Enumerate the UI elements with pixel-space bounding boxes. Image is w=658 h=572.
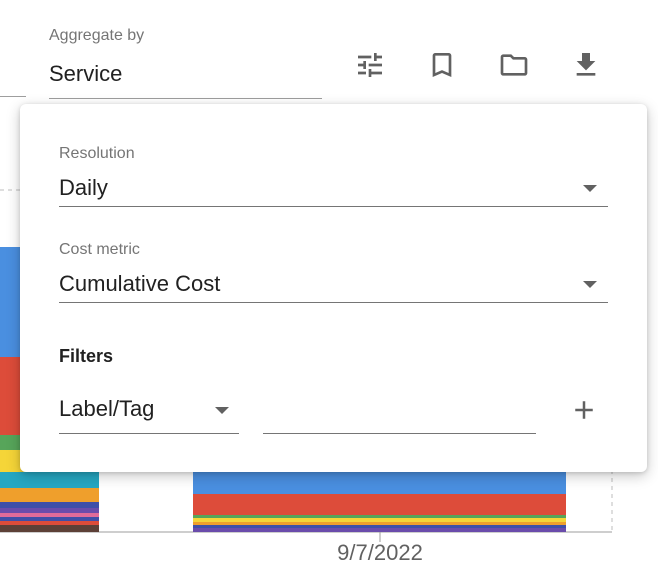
folder-icon xyxy=(500,54,528,76)
filter-type-select[interactable]: Label/Tag xyxy=(59,394,239,434)
dropdown-arrow-icon xyxy=(583,185,597,192)
download-icon xyxy=(576,53,596,76)
bar-segment xyxy=(0,472,99,488)
resolution-value: Daily xyxy=(59,175,108,200)
add-filter-button[interactable] xyxy=(568,394,600,426)
bar-segment xyxy=(0,525,99,532)
bar-segment xyxy=(0,508,99,513)
bar-segment xyxy=(193,525,566,528)
tune-button[interactable] xyxy=(348,43,392,87)
resolution-label: Resolution xyxy=(59,145,135,162)
cost-metric-label: Cost metric xyxy=(59,241,140,258)
bar-segment xyxy=(0,488,99,502)
aggregate-by-select[interactable]: Aggregate by Service xyxy=(49,26,322,99)
dropdown-arrow-icon xyxy=(583,281,597,288)
bar-segment xyxy=(0,513,99,517)
aggregate-by-value[interactable]: Service xyxy=(49,60,322,88)
bookmark-icon xyxy=(432,53,452,77)
bar-segment xyxy=(0,521,99,525)
bookmark-button[interactable] xyxy=(420,43,464,87)
filter-type-value: Label/Tag xyxy=(59,396,155,421)
cost-metric-select[interactable]: Cumulative Cost xyxy=(59,270,608,303)
cost-metric-field: Cost metric Cumulative Cost xyxy=(59,240,608,303)
aggregate-by-label: Aggregate by xyxy=(49,27,145,44)
chart-settings-popup: Resolution Daily Cost metric Cumulative … xyxy=(20,104,647,472)
x-tick-label: 9/7/2022 xyxy=(337,540,423,565)
aggregate-by-underline xyxy=(49,98,322,99)
cost-metric-value: Cumulative Cost xyxy=(59,271,221,296)
dropdown-arrow-icon xyxy=(215,407,229,414)
filter-value-input[interactable] xyxy=(263,394,536,434)
resolution-select[interactable]: Daily xyxy=(59,174,608,207)
bar-segment xyxy=(193,470,566,494)
folder-button[interactable] xyxy=(492,43,536,87)
bar-segment xyxy=(193,515,566,518)
resolution-field: Resolution Daily xyxy=(59,144,608,207)
plus-icon xyxy=(575,401,593,419)
bar-segment xyxy=(193,518,566,522)
filters-heading: Filters xyxy=(59,346,114,366)
previous-field-underline xyxy=(0,96,26,97)
download-button[interactable] xyxy=(564,43,608,87)
bar-segment xyxy=(193,528,566,532)
tune-icon xyxy=(358,53,382,77)
bar-segment xyxy=(0,517,99,521)
bar-segment xyxy=(193,522,566,525)
bar-segment xyxy=(193,494,566,515)
bar-segment xyxy=(0,502,99,508)
